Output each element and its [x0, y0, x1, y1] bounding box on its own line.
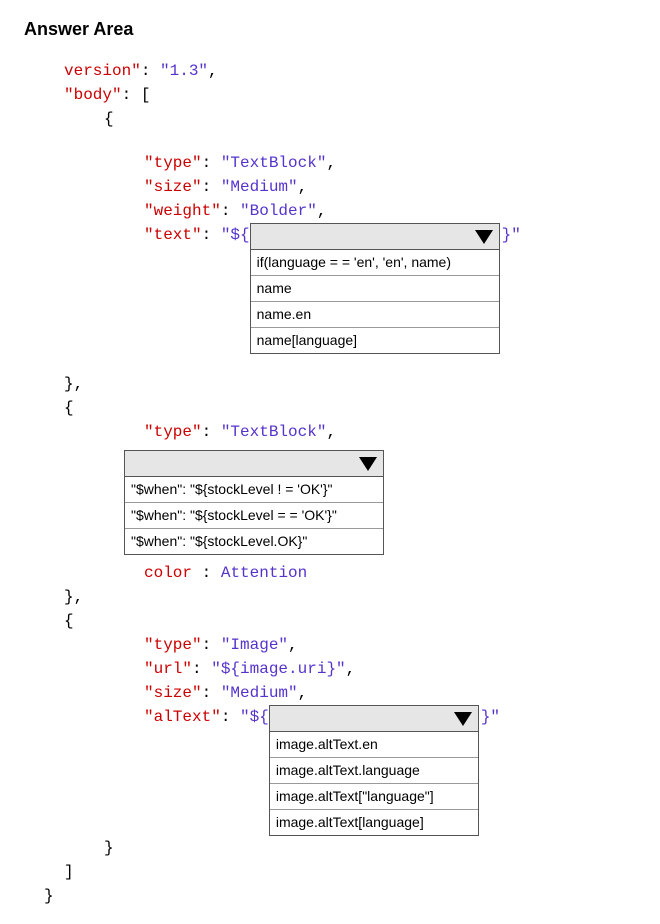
dropdown-option[interactable]: image.altText.language — [270, 758, 478, 784]
dropdown-option[interactable]: "$when": "${stockLevel = = 'OK'}" — [125, 503, 383, 529]
dropdown-option[interactable]: name.en — [251, 302, 499, 328]
code-line: "weight": "Bolder", — [144, 199, 636, 223]
dropdown-option[interactable]: name — [251, 276, 499, 302]
code-line: "type": "TextBlock", — [144, 151, 636, 175]
code-line: } — [44, 884, 636, 908]
dropdown-text-expression[interactable]: if(language = = 'en', 'en', name) name n… — [250, 223, 500, 354]
code-line: "body": [ — [64, 83, 636, 107]
dropdown-trigger[interactable] — [251, 224, 499, 250]
code-line: color : Attention — [144, 561, 636, 585]
code-line: }, — [64, 372, 636, 396]
code-line-dropdown: "text": "${ if(language = = 'en', 'en', … — [144, 223, 636, 354]
dropdown-option[interactable]: "$when": "${stockLevel ! = 'OK'}" — [125, 477, 383, 503]
code-line: "size": "Medium", — [144, 175, 636, 199]
dropdown-alttext-expression[interactable]: image.altText.en image.altText.language … — [269, 705, 479, 836]
code-line: { — [64, 609, 636, 633]
dropdown-when-expression[interactable]: "$when": "${stockLevel ! = 'OK'}" "$when… — [124, 450, 384, 555]
dropdown-trigger[interactable] — [125, 451, 383, 477]
code-line: } — [104, 836, 636, 860]
dropdown-option[interactable]: image.altText["language"] — [270, 784, 478, 810]
page-title: Answer Area — [24, 16, 636, 43]
chevron-down-icon — [475, 230, 493, 244]
code-line: { — [64, 396, 636, 420]
dropdown-option[interactable]: "$when": "${stockLevel.OK}" — [125, 529, 383, 554]
dropdown-option[interactable]: image.altText.en — [270, 732, 478, 758]
code-line: }, — [64, 585, 636, 609]
code-line: "type": "Image", — [144, 633, 636, 657]
code-line: { — [104, 107, 636, 131]
code-line: version": "1.3", — [64, 59, 636, 83]
dropdown-option[interactable]: image.altText[language] — [270, 810, 478, 835]
code-line: ] — [64, 860, 636, 884]
code-line: "type": "TextBlock", — [144, 420, 636, 444]
key-body: "body" — [64, 86, 122, 104]
chevron-down-icon — [359, 457, 377, 471]
code-line: "url": "${image.uri}", — [144, 657, 636, 681]
dropdown-option[interactable]: name[language] — [251, 328, 499, 353]
dropdown-trigger[interactable] — [270, 706, 478, 732]
code-line-dropdown: "alText": "${ image.altText.en image.alt… — [144, 705, 636, 836]
key-version: version" — [64, 62, 141, 80]
dropdown-option[interactable]: if(language = = 'en', 'en', name) — [251, 250, 499, 276]
chevron-down-icon — [454, 712, 472, 726]
code-line: "size": "Medium", — [144, 681, 636, 705]
